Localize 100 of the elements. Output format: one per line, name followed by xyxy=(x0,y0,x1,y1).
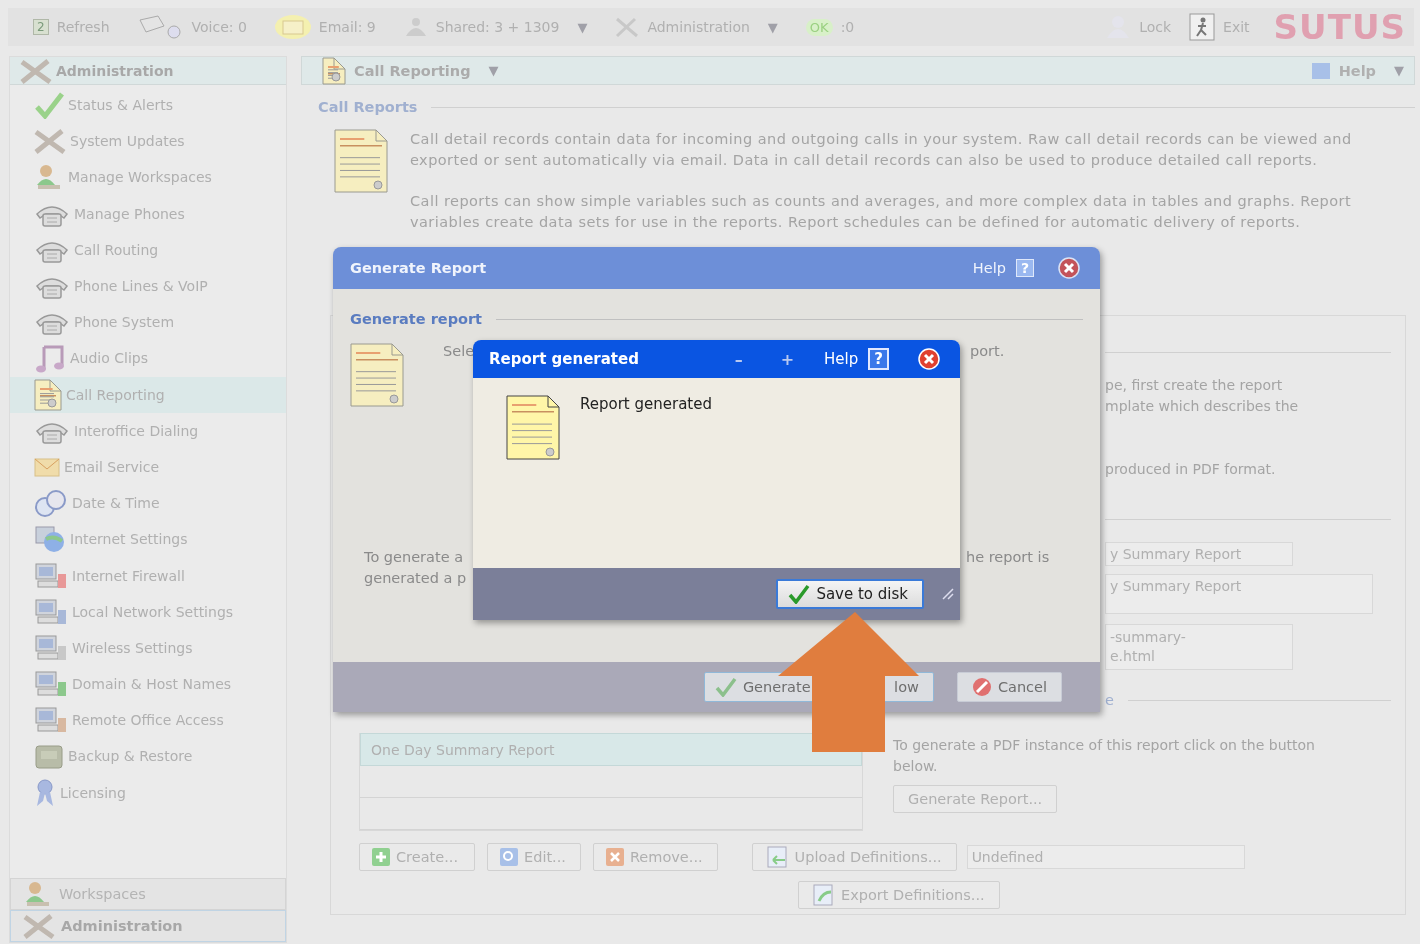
file-name-field[interactable]: Undefined xyxy=(966,845,1245,869)
tools-icon xyxy=(20,57,52,84)
sidebar-item[interactable]: Call Reporting xyxy=(10,376,286,413)
upload-button[interactable]: Upload Definitions... xyxy=(751,843,957,871)
sidebar-item[interactable]: Phone System xyxy=(10,304,286,341)
tools-icon xyxy=(615,16,640,38)
clock-icon xyxy=(34,488,68,519)
help-link[interactable]: Help xyxy=(972,260,1006,276)
dialog-message: Report generated xyxy=(580,395,712,415)
help-link[interactable]: Help xyxy=(1338,62,1376,79)
description-text: mplate which describes the xyxy=(1105,397,1300,416)
close-icon xyxy=(918,348,940,370)
sidebar-item[interactable]: Call Routing xyxy=(10,231,286,268)
section-title: e xyxy=(1105,692,1114,708)
dialog-title: Generate Report xyxy=(350,260,487,276)
save-to-disk-button[interactable]: Save to disk xyxy=(776,579,924,609)
sidebar-item[interactable]: Audio Clips xyxy=(10,340,286,377)
upload-icon xyxy=(766,846,789,868)
sidebar-item[interactable]: Status & Alerts xyxy=(10,87,286,124)
sidebar-item[interactable]: Domain & Host Names xyxy=(10,666,286,703)
description-text: produced in PDF format. xyxy=(1105,460,1277,479)
dropdown-caret[interactable]: ▼ xyxy=(577,19,588,35)
sidebar-item[interactable]: Remote Office Access xyxy=(10,702,286,739)
export-button[interactable]: Export Definitions... xyxy=(798,881,1000,909)
sidebar-item[interactable]: Backup & Restore xyxy=(10,738,286,775)
action-button[interactable]: Edit... xyxy=(487,843,581,871)
sidebar-item[interactable]: Local Network Settings xyxy=(10,593,286,630)
list-row[interactable]: One Day Summary Report xyxy=(360,733,862,766)
sidebar-tab[interactable]: Administration xyxy=(10,910,286,942)
document-icon xyxy=(334,129,388,193)
file-field[interactable]: -summary- e.html xyxy=(1105,624,1293,670)
help-icon[interactable]: ? xyxy=(868,348,889,370)
computer-icon xyxy=(34,670,68,699)
page-title: Call Reporting xyxy=(354,62,471,79)
tools-icon xyxy=(23,913,55,939)
dialog-text: Sele xyxy=(443,343,475,361)
help-icon xyxy=(1310,61,1331,80)
computer-icon xyxy=(34,597,68,626)
logo: SUTUS xyxy=(1273,7,1406,47)
instruction-text: To generate a PDF instance of this report click on the button below. xyxy=(893,736,1316,776)
running-figure-icon xyxy=(1189,13,1216,41)
dialog-text: port. xyxy=(970,343,1005,361)
help-link[interactable]: Help xyxy=(824,350,859,368)
description-text: Call reports can show simple variables such as counts and averages, and more complex data in tables and graphs. Report variables create data sets for use in the reports. Report schedules can be defined for automatic delivery of reports. xyxy=(410,192,1353,232)
sidebar-item[interactable]: Interoffice Dialing xyxy=(10,412,286,449)
name-field[interactable]: y Summary Report xyxy=(1105,542,1293,566)
sidebar-item[interactable]: Manage Workspaces xyxy=(10,159,286,196)
close-icon xyxy=(1058,257,1080,279)
cancel-button[interactable]: Cancel xyxy=(956,672,1062,702)
status-badge: OK xyxy=(805,18,833,36)
check-icon xyxy=(788,584,811,604)
export-icon xyxy=(813,884,835,906)
computer-icon xyxy=(34,561,68,590)
resize-grip-icon xyxy=(942,588,954,600)
sidebar-item[interactable]: Internet Settings xyxy=(10,521,286,558)
section-title: Generate report xyxy=(350,311,483,327)
description-text: pe, first create the report xyxy=(1105,376,1284,395)
check-icon xyxy=(34,91,64,120)
document-icon xyxy=(350,343,404,407)
plus-icon xyxy=(372,848,390,866)
report-name: One Day Summary Report xyxy=(371,741,555,758)
sidebar-item[interactable]: Manage Phones xyxy=(10,195,286,232)
globe-icon xyxy=(34,525,66,554)
minimize-button[interactable]: – xyxy=(734,349,743,369)
description-field[interactable]: y Summary Report xyxy=(1105,574,1373,614)
sidebar-item[interactable]: Wireless Settings xyxy=(10,629,286,666)
dropdown-caret[interactable]: ▼ xyxy=(1394,63,1404,78)
sidebar-item[interactable]: Internet Firewall xyxy=(10,557,286,594)
tools-icon xyxy=(34,128,66,155)
document-icon xyxy=(506,395,560,460)
section-title: Call Reports xyxy=(318,99,418,115)
envelope-icon xyxy=(274,15,311,39)
dialog-title: Report generated xyxy=(489,350,639,368)
refresh-icon: 2 xyxy=(33,19,49,35)
sidebar-item[interactable]: Phone Lines & VoIP xyxy=(10,267,286,305)
dialog-text: he report is xyxy=(966,548,1050,567)
action-button[interactable]: Create... xyxy=(359,843,475,871)
ribbon-icon xyxy=(34,777,56,808)
generate-report-button[interactable]: Generate Report... xyxy=(893,785,1058,813)
sidebar-item[interactable]: Licensing xyxy=(10,774,286,811)
dialog-text: To generate a generated a p xyxy=(363,548,467,588)
drive-icon xyxy=(34,742,64,771)
cross-icon xyxy=(605,848,624,866)
music-note-icon xyxy=(34,343,66,374)
dropdown-caret[interactable]: ▼ xyxy=(488,63,499,78)
dropdown-caret[interactable]: ▼ xyxy=(767,19,778,35)
description-text: Call detail records contain data for incoming and outgoing calls in your system. Raw call detail records can be viewed and exported or sent automatically via email. Data in call detail records can also be used to produce detailed call reports. xyxy=(410,130,1353,170)
maximize-button[interactable]: + xyxy=(780,349,795,369)
action-button[interactable]: Remove... xyxy=(592,843,718,871)
help-icon[interactable]: ? xyxy=(1015,259,1034,277)
sidebar-item[interactable]: Email Service xyxy=(10,448,286,486)
document-icon xyxy=(34,378,62,411)
sidebar-title: Administration xyxy=(56,62,174,79)
envelope-icon xyxy=(34,455,60,478)
computer-icon xyxy=(34,633,68,662)
check-icon xyxy=(714,677,737,697)
no-entry-icon xyxy=(971,677,992,697)
sidebar-item[interactable]: Date & Time xyxy=(10,485,286,522)
computer-icon xyxy=(34,706,68,735)
sidebar-item[interactable]: System Updates xyxy=(10,123,286,160)
